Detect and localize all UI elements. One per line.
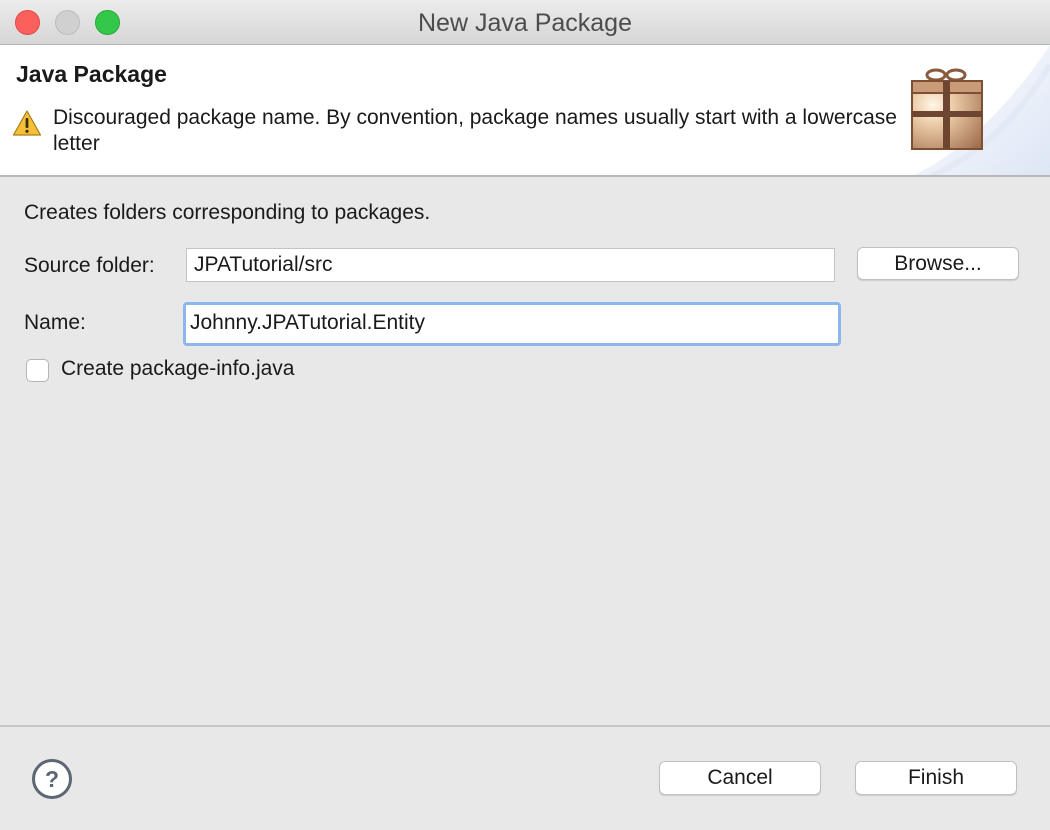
package-name-input[interactable]: Johnny.JPATutorial.Entity: [183, 302, 841, 346]
name-label: Name:: [24, 311, 86, 334]
package-icon: [911, 68, 983, 150]
title-bar[interactable]: New Java Package: [0, 0, 1050, 45]
source-folder-label: Source folder:: [24, 254, 155, 277]
new-java-package-dialog: New Java Package Java Package Discourage…: [0, 0, 1050, 830]
browse-button[interactable]: Browse...: [857, 247, 1019, 280]
window-title: New Java Package: [417, 9, 632, 37]
banner-title: Java Package: [16, 61, 167, 87]
svg-text:?: ?: [45, 766, 59, 792]
source-folder-input[interactable]: JPATutorial/src: [186, 248, 835, 282]
page-description: Creates folders corresponding to package…: [24, 201, 431, 224]
warning-triangle-icon: [12, 110, 42, 136]
package-info-checkbox[interactable]: [26, 359, 49, 382]
package-info-checkbox-label[interactable]: Create package-info.java: [61, 357, 294, 381]
help-icon[interactable]: ?: [31, 758, 73, 800]
validation-message: Discouraged package name. By convention,…: [53, 106, 897, 155]
wizard-banner: Java Package Discouraged package name. B…: [0, 45, 1050, 177]
footer-divider: [0, 725, 1050, 727]
finish-button[interactable]: Finish: [855, 761, 1017, 795]
cancel-button[interactable]: Cancel: [659, 761, 821, 795]
